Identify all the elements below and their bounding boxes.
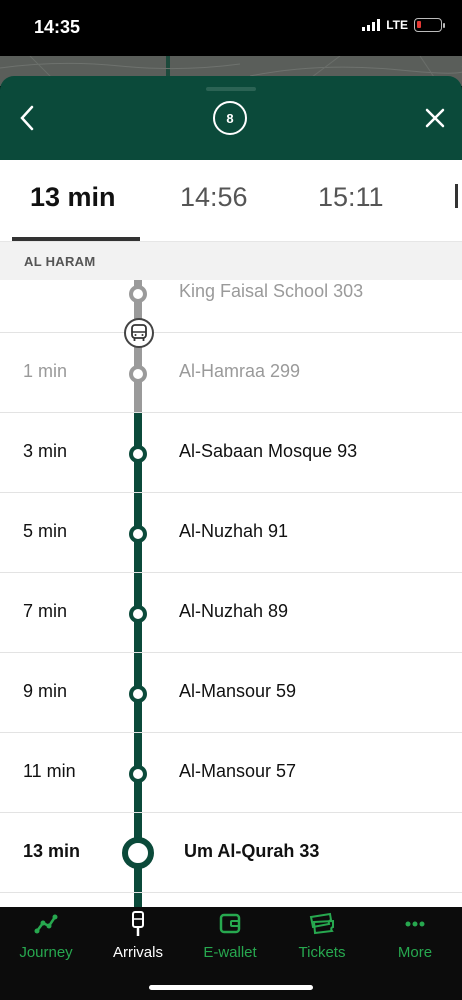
stop-dot bbox=[129, 525, 147, 543]
stop-name: King Faisal School 303 bbox=[179, 281, 364, 301]
departure-tabs: 13 min 14:56 15:11 bbox=[0, 160, 462, 241]
battery-icon bbox=[414, 18, 445, 32]
stops-list: King Faisal School 303 1 min Al-Hamraa 2… bbox=[0, 280, 462, 907]
stop-row[interactable]: 1 min Al-Hamraa 299 bbox=[0, 333, 462, 413]
home-indicator[interactable] bbox=[149, 985, 313, 990]
nav-label: More bbox=[397, 944, 433, 961]
stop-eta: 3 min bbox=[23, 441, 68, 461]
stop-eta: 5 min bbox=[23, 521, 68, 541]
nav-ewallet[interactable]: E-wallet bbox=[184, 907, 276, 977]
destination-dot bbox=[122, 837, 154, 869]
stop-dot bbox=[129, 605, 147, 623]
nav-label: Journey bbox=[19, 944, 73, 961]
direction-header: AL HARAM bbox=[0, 241, 462, 280]
stop-name: Al-Sabaan Mosque 93 bbox=[179, 441, 358, 461]
stop-eta: 11 min bbox=[23, 761, 76, 781]
stop-dot bbox=[129, 685, 147, 703]
bus-stop-icon bbox=[132, 911, 144, 936]
wallet-icon bbox=[219, 913, 241, 934]
stop-name: Al-Hamraa 299 bbox=[179, 361, 301, 381]
journey-icon bbox=[34, 914, 58, 934]
tab-departure-next-peek[interactable] bbox=[455, 184, 458, 208]
route-header: 8 bbox=[0, 76, 462, 160]
stop-row[interactable]: 3 min Al-Sabaan Mosque 93 bbox=[0, 413, 462, 493]
close-button[interactable] bbox=[420, 100, 450, 136]
nav-journey[interactable]: Journey bbox=[0, 907, 92, 977]
stop-row[interactable]: King Faisal School 303 bbox=[0, 280, 462, 333]
nav-tickets[interactable]: Tickets bbox=[276, 907, 368, 977]
stop-row-destination[interactable]: 13 min Um Al-Qurah 33 bbox=[0, 813, 462, 893]
stop-eta: 9 min bbox=[23, 681, 68, 701]
nav-label: E-wallet bbox=[203, 944, 257, 961]
nav-more[interactable]: More bbox=[368, 907, 462, 977]
tab-departure-3[interactable]: 15:11 bbox=[318, 182, 384, 213]
stop-name: Um Al-Qurah 33 bbox=[184, 841, 320, 861]
tab-departure-1[interactable]: 13 min bbox=[30, 182, 116, 213]
close-icon bbox=[425, 108, 445, 128]
stop-dot bbox=[129, 765, 147, 783]
back-button[interactable] bbox=[12, 100, 42, 136]
more-icon bbox=[405, 921, 425, 927]
stop-name: Al-Mansour 59 bbox=[179, 681, 297, 701]
stop-row[interactable]: 7 min Al-Nuzhah 89 bbox=[0, 573, 462, 653]
drag-handle[interactable] bbox=[206, 87, 256, 91]
tab-departure-2[interactable]: 14:56 bbox=[180, 182, 248, 213]
status-bar: 14:35 LTE bbox=[0, 0, 462, 56]
tickets-icon bbox=[309, 912, 334, 935]
signal-icon bbox=[362, 19, 381, 31]
stop-dot bbox=[129, 445, 147, 463]
direction-label: AL HARAM bbox=[24, 254, 96, 269]
stop-row[interactable]: 5 min Al-Nuzhah 91 bbox=[0, 493, 462, 573]
stop-eta: 1 min bbox=[23, 361, 68, 381]
stop-row[interactable]: 11 min Al-Mansour 57 bbox=[0, 733, 462, 813]
stop-dot bbox=[129, 285, 147, 303]
stop-row[interactable]: 9 min Al-Mansour 59 bbox=[0, 653, 462, 733]
stop-dot bbox=[129, 365, 147, 383]
bus-location-icon bbox=[124, 318, 154, 348]
nav-label: Arrivals bbox=[112, 944, 163, 961]
stop-eta: 13 min bbox=[23, 841, 81, 861]
chevron-left-icon bbox=[20, 105, 34, 131]
nav-arrivals[interactable]: Arrivals bbox=[92, 907, 184, 977]
network-label: LTE bbox=[386, 18, 408, 32]
stop-name: Al-Nuzhah 89 bbox=[179, 601, 289, 621]
stop-eta: 7 min bbox=[23, 601, 68, 621]
stop-name: Al-Nuzhah 91 bbox=[179, 521, 289, 541]
status-time: 14:35 bbox=[34, 17, 81, 37]
route-number-badge: 8 bbox=[213, 101, 247, 135]
status-indicators: LTE bbox=[362, 18, 445, 32]
stop-name: Al-Mansour 57 bbox=[179, 761, 297, 781]
nav-label: Tickets bbox=[298, 944, 346, 961]
